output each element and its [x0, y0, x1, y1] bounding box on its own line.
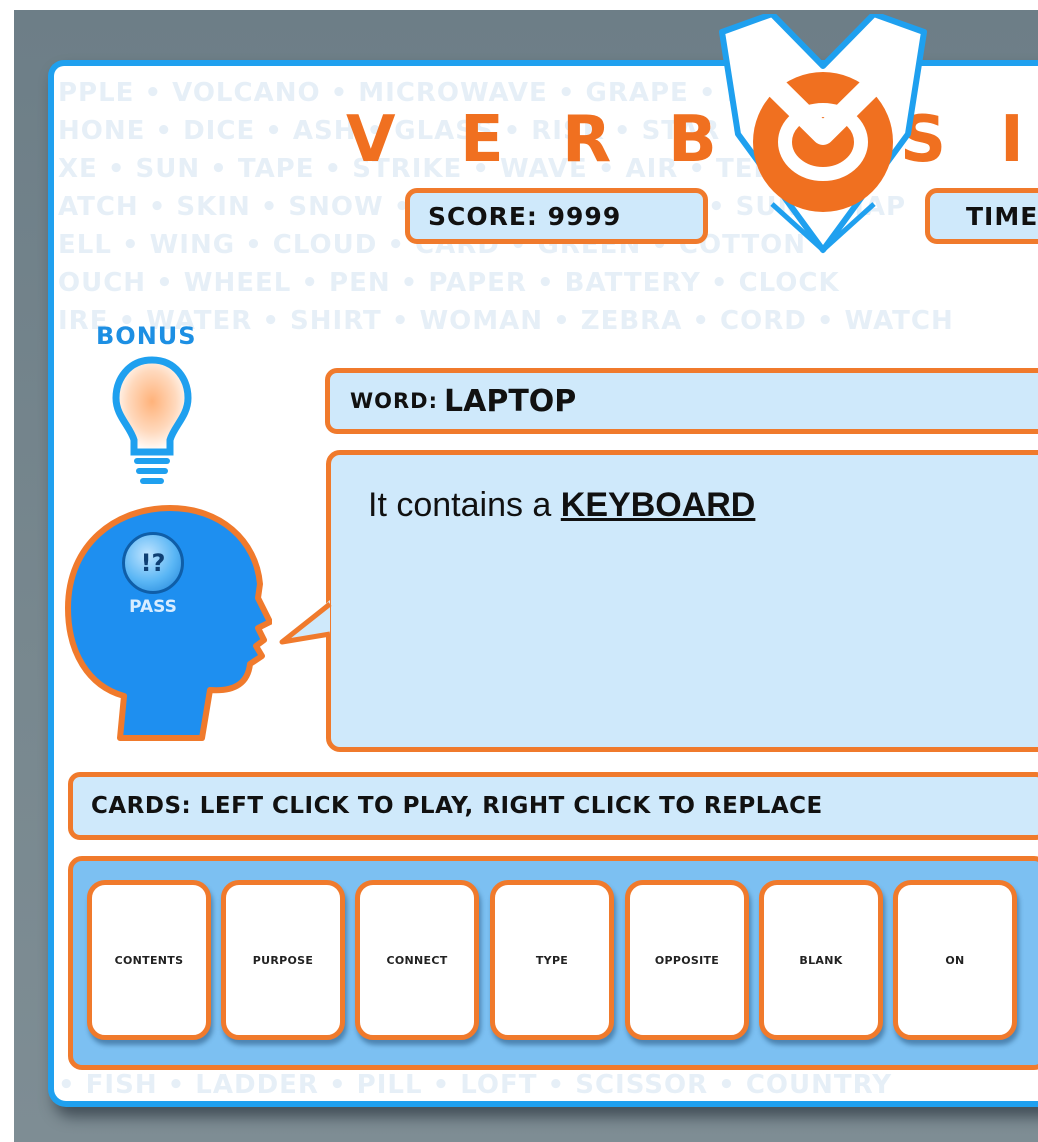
clue-keyword: KEYBOARD [560, 486, 756, 524]
score-display: SCORE: 9999 [405, 188, 708, 244]
card-opposite[interactable]: OPPOSITE [625, 880, 749, 1040]
cards-instructions: CARDS: LEFT CLICK TO PLAY, RIGHT CLICK T… [68, 772, 1038, 840]
bonus-lightbulb-icon[interactable] [110, 354, 194, 494]
verbosity-logo [719, 14, 927, 254]
word-key: WORD: [350, 389, 439, 413]
card-on[interactable]: ON [893, 880, 1017, 1040]
card-contents[interactable]: CONTENTS [87, 880, 211, 1040]
time-display: TIME [925, 188, 1038, 244]
pass-button[interactable]: !? [122, 532, 184, 594]
pass-symbol: !? [140, 549, 166, 577]
word-wall-row: • FISH • LADDER • PILL • LOFT • SCISSOR … [58, 1070, 893, 1100]
title-letter-e: E [460, 103, 504, 177]
title-letter-v: V [346, 103, 396, 177]
speech-bubble-tail [279, 600, 332, 645]
backdrop-top [0, 0, 1038, 10]
title-letter-b: B [668, 103, 717, 177]
clue-prefix: It contains a [368, 486, 561, 524]
word-wall-row: OUCH • WHEEL • PEN • PAPER • BATTERY • C… [58, 268, 840, 298]
pass-label: PASS [129, 597, 177, 617]
word-value: LAPTOP [444, 383, 577, 419]
card-blank[interactable]: BLANK [759, 880, 883, 1040]
card-connect[interactable]: CONNECT [355, 880, 479, 1040]
card-type[interactable]: TYPE [490, 880, 614, 1040]
card-purpose[interactable]: PURPOSE [221, 880, 345, 1040]
title-letter-i: I [1000, 103, 1024, 177]
word-display: WORD: LAPTOP [325, 368, 1038, 434]
title-letter-r: R [562, 103, 612, 177]
clue-text: It contains a KEYBOARD [368, 486, 755, 525]
backdrop-left [0, 0, 14, 1142]
bonus-label: BONUS [96, 322, 197, 350]
